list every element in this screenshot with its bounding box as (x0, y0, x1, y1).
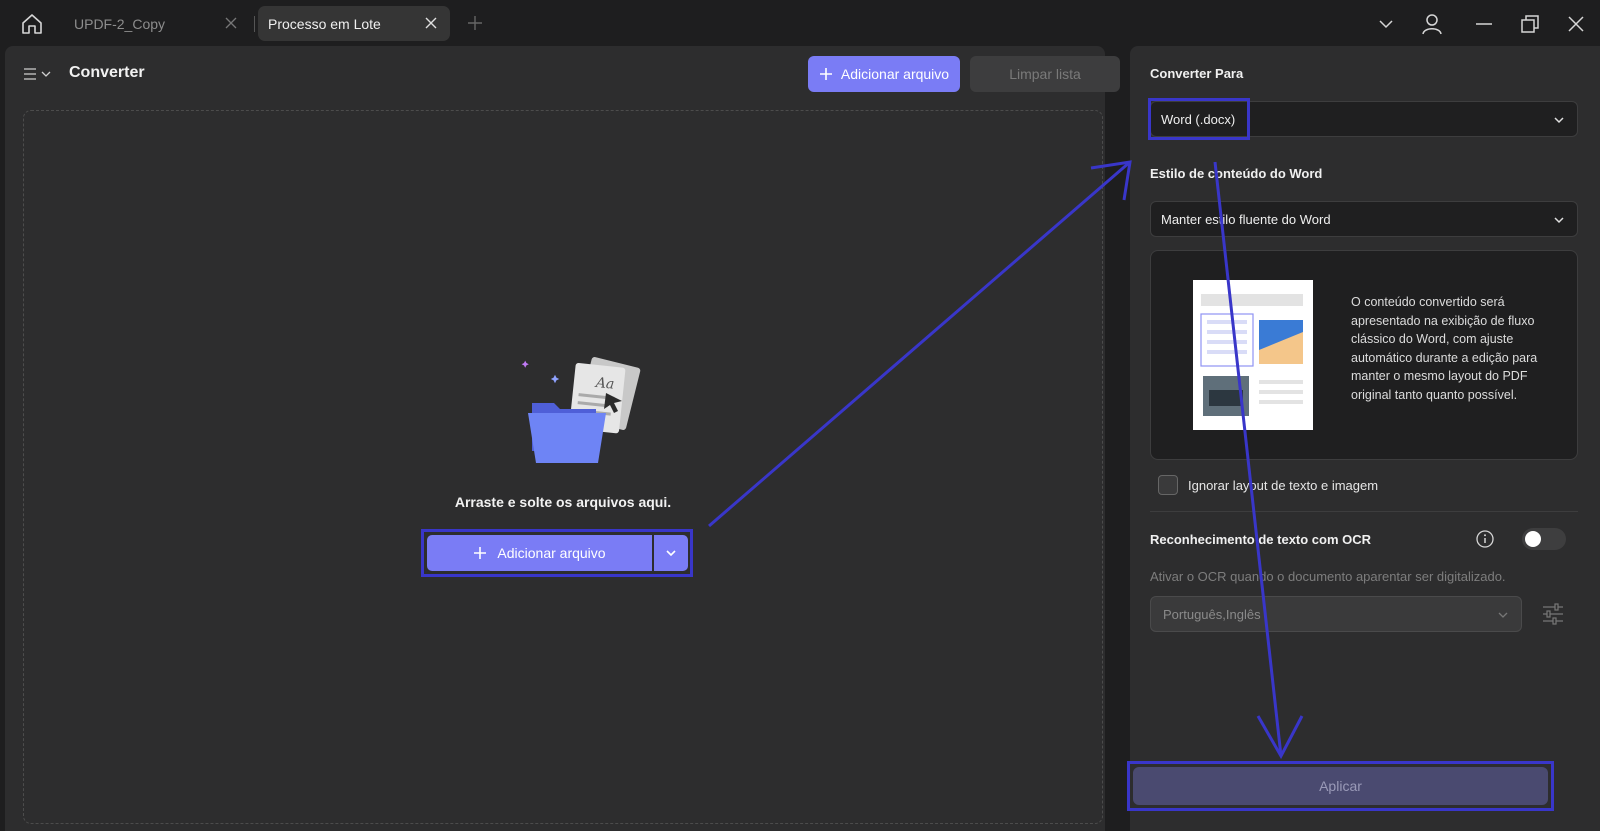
format-highlight-box (1148, 98, 1250, 140)
chevron-down-icon (1379, 20, 1393, 29)
plus-icon (468, 16, 482, 30)
clear-list-button[interactable]: Limpar lista (970, 56, 1120, 92)
word-style-value: Manter estilo fluente do Word (1161, 211, 1331, 227)
tabs-dropdown-button[interactable] (1374, 12, 1398, 36)
ocr-label: Reconhecimento de texto com OCR (1150, 532, 1372, 547)
menu-button[interactable] (23, 64, 59, 84)
chevron-down-icon (41, 71, 51, 77)
toggle-knob (1525, 531, 1541, 547)
convert-to-label: Converter Para (1150, 66, 1244, 81)
new-tab-button[interactable] (464, 12, 486, 34)
folder-illustration: Aa (521, 357, 641, 463)
page-title: Converter (69, 64, 145, 81)
home-button[interactable] (18, 10, 46, 38)
drop-zone[interactable]: Aa Arraste e solte os arquivos aqui. Adi… (23, 110, 1103, 824)
tab-batch-process[interactable]: Processo em Lote (258, 6, 450, 41)
add-file-split-button-highlight: Adicionar arquivo (421, 529, 693, 577)
word-style-label: Estilo de conteúdo do Word (1150, 166, 1323, 181)
home-icon (22, 14, 42, 34)
svg-text:Aa: Aa (593, 375, 615, 393)
close-icon (1568, 16, 1584, 32)
apply-button-highlight: Aplicar (1127, 761, 1554, 811)
minimize-button[interactable] (1472, 12, 1496, 36)
tab-close-button[interactable] (222, 14, 240, 32)
tab-close-button[interactable] (422, 14, 440, 32)
close-icon (425, 17, 437, 29)
tab-label: UPDF-2_Copy (74, 15, 166, 32)
tab-label: Processo em Lote (268, 15, 381, 32)
section-divider (1150, 511, 1578, 512)
clear-list-label: Limpar lista (1009, 66, 1081, 82)
menu-icon (24, 68, 36, 80)
document-preview-thumbnail (1193, 280, 1313, 430)
apply-button[interactable]: Aplicar (1133, 767, 1548, 805)
add-file-center-button[interactable]: Adicionar arquivo (427, 535, 652, 571)
ignore-layout-option[interactable]: Ignorar layout de texto e imagem (1158, 474, 1378, 496)
style-description: O conteúdo convertido será apresentado n… (1351, 295, 1538, 402)
ocr-toggle[interactable] (1522, 528, 1566, 550)
minimize-icon (1476, 23, 1492, 25)
ignore-layout-checkbox[interactable] (1158, 475, 1178, 495)
restore-button[interactable] (1518, 12, 1542, 36)
close-window-button[interactable] (1564, 12, 1588, 36)
conversion-settings-panel: Converter Para Word (.docx) Estilo de co… (1127, 46, 1600, 831)
style-preview-card: O conteúdo convertido será apresentado n… (1150, 250, 1578, 460)
ignore-layout-label: Ignorar layout de texto e imagem (1188, 477, 1379, 493)
plus-icon (819, 68, 832, 80)
restore-icon (1521, 15, 1539, 33)
drop-instructions: Arraste e solte os arquivos aqui. (454, 494, 672, 510)
tab-divider (254, 16, 255, 32)
ocr-hint: Ativar o OCR quando o documento aparenta… (1150, 569, 1506, 584)
add-file-button[interactable]: Adicionar arquivo (808, 56, 960, 92)
ocr-language-select[interactable]: Português,Inglês (1150, 596, 1522, 632)
chevron-down-icon (1554, 117, 1564, 124)
chevron-down-icon (1498, 612, 1508, 618)
chevron-down-icon (1554, 217, 1564, 224)
title-bar: UPDF-2_Copy Processo em Lote (0, 0, 1600, 46)
apply-label: Aplicar (1319, 778, 1362, 794)
ocr-language-value: Português,Inglês (1163, 606, 1261, 622)
plus-icon (474, 547, 487, 559)
info-icon[interactable] (1476, 530, 1494, 548)
tab-updf-copy[interactable]: UPDF-2_Copy (60, 6, 250, 41)
user-icon (1422, 14, 1442, 35)
chevron-down-icon (666, 550, 676, 557)
account-button[interactable] (1420, 12, 1444, 36)
add-file-label: Adicionar arquivo (840, 66, 950, 82)
close-icon (225, 17, 237, 29)
file-list-panel: Converter Adicionar arquivo Limpar lista… (5, 46, 1120, 831)
word-style-select[interactable]: Manter estilo fluente do Word (1150, 201, 1578, 237)
add-file-dropdown-button[interactable] (654, 535, 688, 571)
add-file-center-label: Adicionar arquivo (497, 545, 606, 561)
settings-icon[interactable] (1542, 602, 1564, 626)
